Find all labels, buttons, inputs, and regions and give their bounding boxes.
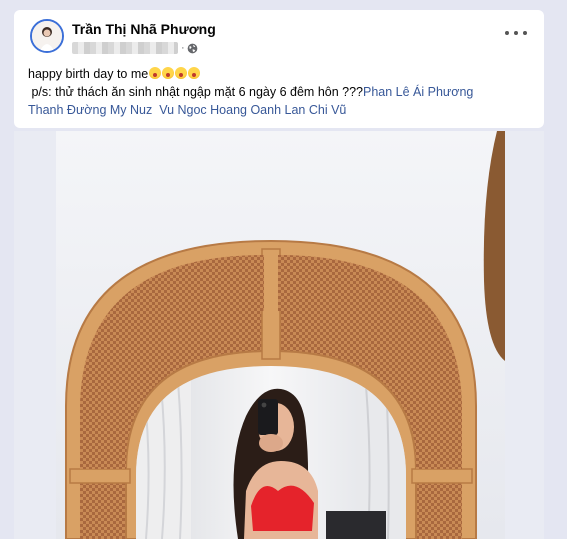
more-options-icon[interactable] (505, 26, 527, 40)
face-emoji-icon (175, 67, 188, 79)
post-photo[interactable] (56, 131, 505, 539)
face-emoji-icon (162, 67, 175, 79)
face-emoji-icon (188, 67, 201, 79)
post-ps-text: p/s: thử thách ăn sinh nhật ngập mặt 6 n… (31, 85, 363, 99)
post-media-area (14, 131, 544, 539)
post-text-line-3: Thanh Đường My Nuz Vu Ngoc Hoang Oanh La… (28, 101, 533, 119)
post-card: Trần Thị Nhã Phương · happy birth day to… (14, 10, 544, 128)
post-text-line-2: p/s: thử thách ăn sinh nhật ngập mặt 6 n… (28, 83, 533, 101)
meta-separator: · (181, 42, 185, 54)
author-avatar[interactable] (30, 19, 64, 53)
post-text: happy birth day to me p/s: thử thách ăn … (28, 65, 533, 119)
mention-link[interactable]: Phan Lê Ái Phương (363, 85, 473, 99)
post-timestamp-blurred[interactable] (72, 42, 178, 54)
more-dot (505, 31, 509, 35)
globe-icon[interactable] (187, 43, 198, 54)
mirror-selfie-image (56, 131, 505, 539)
face-emoji-icon (149, 67, 162, 79)
more-dot (523, 31, 527, 35)
avatar-image (32, 21, 62, 51)
post-caption: happy birth day to me (28, 67, 149, 81)
mention-link[interactable]: Thanh Đường My Nuz (28, 103, 152, 117)
more-dot (514, 31, 518, 35)
post-meta: · (72, 41, 198, 55)
author-name[interactable]: Trần Thị Nhã Phương (72, 21, 216, 37)
mention-link[interactable]: Lan Chi Vũ (285, 103, 347, 117)
post-text-line-1: happy birth day to me (28, 65, 533, 83)
mention-link[interactable]: Vu Ngoc Hoang Oanh (159, 103, 281, 117)
